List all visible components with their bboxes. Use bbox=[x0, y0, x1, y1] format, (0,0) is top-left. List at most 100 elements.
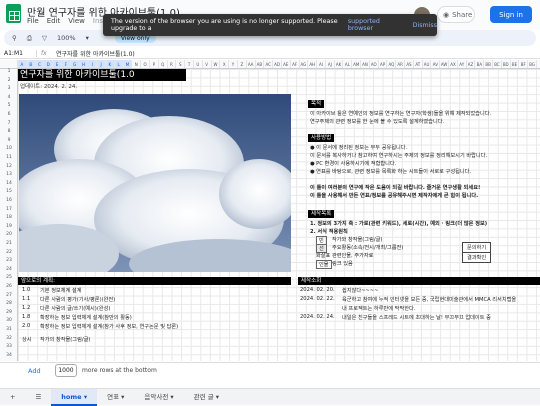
row-header[interactable]: 20 bbox=[0, 232, 18, 237]
rows-count-input[interactable]: 1000 bbox=[55, 364, 77, 377]
plan-text[interactable]: 작가의 창작물(그림/글) bbox=[40, 336, 90, 343]
log-text[interactable]: 내일은 친구들을 스프레드 시트에 초대하는 날! 부끄부끄 업데이트 중 bbox=[342, 314, 538, 321]
row-header[interactable]: 30 bbox=[0, 318, 18, 323]
legend-desc[interactable]: 주요활동(소속/전시/개최/그룹전) bbox=[332, 244, 403, 251]
purpose-header[interactable]: 목적 bbox=[308, 100, 325, 108]
supported-browser-link[interactable]: supported browser bbox=[348, 18, 399, 32]
log-date[interactable]: 2024. 02. 24. bbox=[300, 314, 335, 320]
column-header[interactable]: AF bbox=[291, 60, 300, 68]
column-header[interactable]: BC bbox=[493, 60, 502, 68]
add-rows-button[interactable]: Add bbox=[28, 367, 41, 375]
plan-num[interactable]: 1.2 bbox=[22, 305, 30, 311]
column-header[interactable]: P bbox=[150, 60, 159, 68]
column-header[interactable]: U bbox=[194, 60, 203, 68]
row-header[interactable]: 3 bbox=[0, 86, 18, 91]
tab-related-posts[interactable]: 관련 글 ▾ bbox=[184, 389, 229, 406]
column-header[interactable]: O bbox=[141, 60, 150, 68]
log-text[interactable]: 내 프로젝트는 하루만에 막막한다. bbox=[342, 305, 415, 312]
sheet-title-cell[interactable]: 연구자를 위한 아카이브툴(1.0 bbox=[18, 69, 186, 81]
row-header[interactable]: 24 bbox=[0, 267, 18, 272]
column-header[interactable]: AX bbox=[449, 60, 458, 68]
column-header[interactable]: AC bbox=[264, 60, 274, 68]
notice-line[interactable]: ● 연표를 바탕으로, 관련 정보를 목록화 하는 시트들이 서로로 구성됩니다… bbox=[310, 168, 471, 175]
row-header[interactable]: 6 bbox=[0, 112, 18, 117]
column-header[interactable]: BD bbox=[502, 60, 511, 68]
column-header[interactable]: AM bbox=[352, 60, 362, 68]
column-header[interactable]: BE bbox=[511, 60, 520, 68]
column-header[interactable]: AD bbox=[273, 60, 282, 68]
menu-view[interactable]: View bbox=[68, 17, 85, 25]
row-header[interactable]: 23 bbox=[0, 258, 18, 263]
formula-input[interactable]: 연구자를 위한 아카이브툴(1.0) bbox=[56, 49, 135, 58]
column-header[interactable]: I bbox=[88, 60, 98, 68]
column-header[interactable]: AH bbox=[308, 60, 318, 68]
result-button[interactable]: 결과확인 bbox=[462, 252, 492, 263]
log-text[interactable]: 쉽지않다~~~~ bbox=[342, 287, 378, 294]
column-header[interactable]: E bbox=[53, 60, 62, 68]
column-header[interactable]: AA bbox=[247, 60, 256, 68]
column-header[interactable]: AN bbox=[361, 60, 370, 68]
column-header[interactable]: Q bbox=[159, 60, 168, 68]
column-header[interactable]: V bbox=[203, 60, 212, 68]
column-header[interactable]: C bbox=[35, 60, 45, 68]
column-header[interactable]: AV bbox=[431, 60, 441, 68]
plan-text[interactable]: 확장하는 정보 입력체계 설계(참가 사후 정보, 연구논문 및 답론) bbox=[40, 323, 178, 330]
corner-cell[interactable] bbox=[0, 60, 18, 68]
plan-text[interactable]: 다른 사람의 글/쓰기(예시)(완성) bbox=[40, 305, 110, 312]
column-header[interactable]: Y bbox=[229, 60, 238, 68]
row-header[interactable]: 28 bbox=[0, 301, 18, 306]
column-header[interactable]: BF bbox=[519, 60, 529, 68]
column-header[interactable]: AB bbox=[256, 60, 265, 68]
column-header[interactable]: AS bbox=[405, 60, 414, 68]
column-header[interactable]: AK bbox=[335, 60, 344, 68]
intro-line[interactable]: 연구주제의 관련 정보를 한 눈에 볼 수 있도록 설계하였습니다. bbox=[310, 118, 444, 125]
column-header[interactable]: AU bbox=[423, 60, 432, 68]
row-header[interactable]: 31 bbox=[0, 327, 18, 332]
log-header[interactable]: 제작소회 bbox=[298, 277, 540, 285]
row-header[interactable]: 18 bbox=[0, 215, 18, 220]
column-header[interactable]: T bbox=[185, 60, 194, 68]
row-header[interactable]: 13 bbox=[0, 172, 18, 177]
row-header[interactable]: 11 bbox=[0, 155, 18, 160]
column-header[interactable]: AP bbox=[379, 60, 388, 68]
row-header[interactable]: 12 bbox=[0, 164, 18, 169]
menu-file[interactable]: File bbox=[27, 17, 39, 25]
info-line[interactable]: 2. 서식 적용원칙 bbox=[310, 228, 348, 235]
column-header[interactable]: S bbox=[176, 60, 186, 68]
column-header[interactable]: AL bbox=[343, 60, 353, 68]
plan-text[interactable]: 기본 정보체계 설계 bbox=[40, 287, 81, 294]
column-header[interactable]: J bbox=[97, 60, 106, 68]
column-header[interactable]: W bbox=[212, 60, 221, 68]
plan-num[interactable]: 1.1 bbox=[22, 296, 30, 302]
menu-edit[interactable]: Edit bbox=[47, 17, 61, 25]
row-header[interactable]: 1 bbox=[0, 69, 18, 74]
column-header[interactable]: AJ bbox=[326, 60, 335, 68]
tab-home[interactable]: home ▾ bbox=[51, 388, 98, 406]
column-header[interactable]: AI bbox=[317, 60, 326, 68]
column-header[interactable]: M bbox=[123, 60, 133, 68]
column-header[interactable]: AW bbox=[440, 60, 450, 68]
column-header[interactable]: BB bbox=[484, 60, 494, 68]
row-header[interactable]: 8 bbox=[0, 129, 18, 134]
sign-in-button[interactable]: Sign in bbox=[490, 6, 532, 23]
notice-line[interactable]: ● PC 환경이 사용하시기에 적합합니다. bbox=[310, 160, 396, 167]
intro-line[interactable]: 이 아카이브 툴은 연예인의 정보를 연구하는 연구자(학생)들을 위해 제작되… bbox=[310, 110, 491, 117]
row-header[interactable]: 14 bbox=[0, 181, 18, 186]
highlight-line[interactable]: 이 툴이 여러분의 연구에 작은 도움이 되길 바랍니다. 즐거운 연구생활 되… bbox=[310, 184, 480, 191]
highlight-line[interactable]: 이 툴을 사용해서 만든 연표/정보를 공유해주시면 제작자에게 큰 힘이 됩니… bbox=[310, 192, 478, 199]
column-header[interactable]: AR bbox=[396, 60, 406, 68]
row-header[interactable]: 34 bbox=[0, 353, 18, 358]
legend-tag[interactable]: 인물 bbox=[316, 260, 332, 269]
plan-num[interactable]: 상시 bbox=[22, 336, 32, 343]
update-date-cell[interactable]: 업데이트: 2024. 2. 24. bbox=[18, 82, 186, 90]
info-line[interactable]: 1. 정보의 3가지 축 : 가로(관련 키워드), 세로(시간), 예외 · … bbox=[310, 220, 487, 227]
row-header[interactable]: 21 bbox=[0, 241, 18, 246]
row-header[interactable]: 19 bbox=[0, 224, 18, 229]
column-header[interactable]: AY bbox=[458, 60, 467, 68]
legend-desc[interactable]: 화살표 관련인물, 주가자료 bbox=[316, 252, 373, 259]
row-header[interactable]: 29 bbox=[0, 310, 18, 315]
column-header[interactable]: G bbox=[70, 60, 80, 68]
row-header[interactable]: 27 bbox=[0, 293, 18, 298]
notice-line[interactable]: ● 이 문서에 정리된 정보는 무두 공유됩니다. bbox=[310, 144, 407, 151]
add-sheet-icon[interactable]: + bbox=[0, 389, 25, 406]
